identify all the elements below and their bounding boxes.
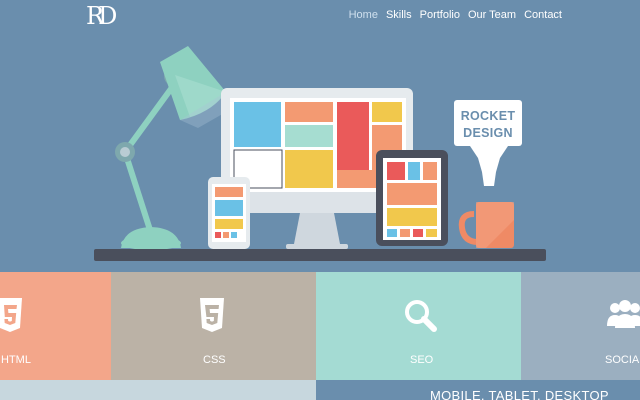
people-icon (607, 300, 640, 328)
tile-label: SEO (410, 354, 434, 366)
sign-line-1: ROCKET (461, 109, 516, 123)
tile-label: CSS (203, 354, 226, 366)
tile-css[interactable]: CSS (111, 272, 316, 380)
feature-tiles: HTML CSS SEO SOCIAL (0, 272, 640, 380)
magnifier-icon (405, 300, 437, 332)
bottom-right-panel: MOBILE, TABLET, DESKTOP (316, 380, 640, 400)
bottom-left-panel (0, 380, 316, 400)
tile-label: SOCIAL (605, 354, 640, 366)
css3-icon (200, 298, 224, 332)
rocket-design-sign: ROCKET DESIGN (454, 100, 522, 186)
mug-icon (458, 202, 514, 248)
tablet-icon (376, 150, 448, 246)
tile-html[interactable]: HTML (0, 272, 111, 380)
tile-social[interactable]: SOCIAL (521, 272, 640, 380)
section-heading: MOBILE, TABLET, DESKTOP (430, 388, 609, 400)
hero-illustration: ROCKET DESIGN (94, 46, 546, 261)
desk-surface (94, 249, 546, 261)
phone-icon (208, 177, 250, 249)
sign-line-2: DESIGN (463, 126, 513, 140)
html5-icon (0, 298, 22, 332)
tile-seo[interactable]: SEO (316, 272, 521, 380)
tile-label: HTML (1, 354, 31, 366)
